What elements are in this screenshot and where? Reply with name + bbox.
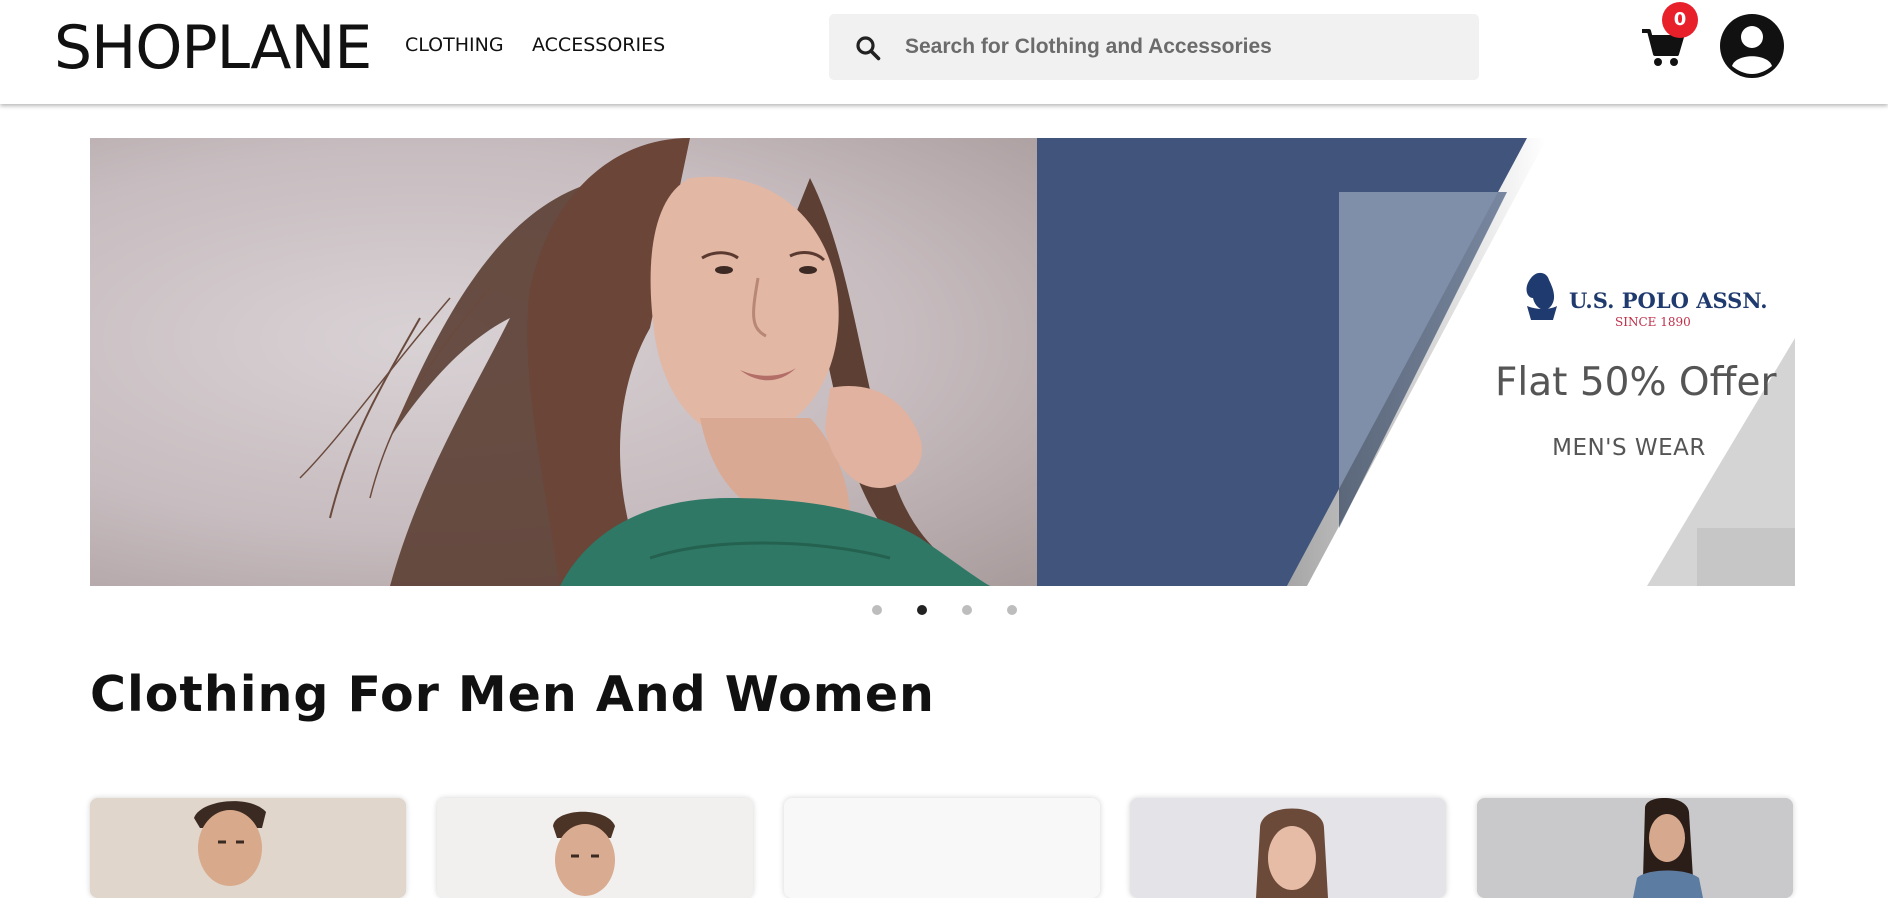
product-image bbox=[437, 798, 753, 898]
nav-link-accessories[interactable]: ACCESSORIES bbox=[532, 34, 665, 56]
brand-logo-text: U.S. POLO ASSN. bbox=[1569, 288, 1768, 313]
top-navigation-bar: SHOPLANE CLOTHING ACCESSORIES 0 bbox=[0, 0, 1888, 104]
section-title: Clothing For Men And Women bbox=[90, 666, 935, 723]
banner-model-photo bbox=[90, 138, 1037, 586]
shoplane-logo[interactable]: SHOPLANE bbox=[54, 12, 373, 84]
banner-offer-subline: MEN'S WEAR bbox=[1552, 435, 1706, 461]
product-image bbox=[1477, 798, 1793, 898]
cart-count-badge: 0 bbox=[1662, 2, 1698, 38]
product-card-men-1[interactable] bbox=[90, 798, 406, 898]
product-card-women-1[interactable] bbox=[1130, 798, 1446, 898]
product-image bbox=[90, 798, 406, 898]
product-card-men-2[interactable] bbox=[437, 798, 753, 898]
carousel-indicators bbox=[868, 605, 1018, 619]
search-icon[interactable] bbox=[855, 35, 881, 61]
nav-link-clothing[interactable]: CLOTHING bbox=[405, 34, 504, 56]
banner-offer-headline: Flat 50% Offer bbox=[1495, 360, 1777, 405]
logo-lane-text: LANE bbox=[216, 13, 373, 83]
carousel-dot-3[interactable] bbox=[962, 605, 972, 615]
carousel-dot-4[interactable] bbox=[1007, 605, 1017, 615]
carousel-dot-2[interactable] bbox=[917, 605, 927, 615]
search-input[interactable] bbox=[905, 14, 1465, 80]
product-card-blank[interactable] bbox=[784, 798, 1100, 898]
hero-banner-slide[interactable]: U.S. POLO ASSN. SINCE 1890 Flat 50% Offe… bbox=[90, 138, 1795, 586]
brand-since-text: SINCE 1890 bbox=[1615, 315, 1691, 329]
logo-shop-text: SHOP bbox=[54, 13, 218, 83]
search-bar bbox=[829, 14, 1479, 80]
product-card-women-2[interactable] bbox=[1477, 798, 1793, 898]
product-image bbox=[1130, 798, 1446, 898]
model-illustration bbox=[299, 138, 990, 586]
user-avatar-icon[interactable] bbox=[1718, 12, 1786, 80]
carousel-dot-1[interactable] bbox=[872, 605, 882, 615]
